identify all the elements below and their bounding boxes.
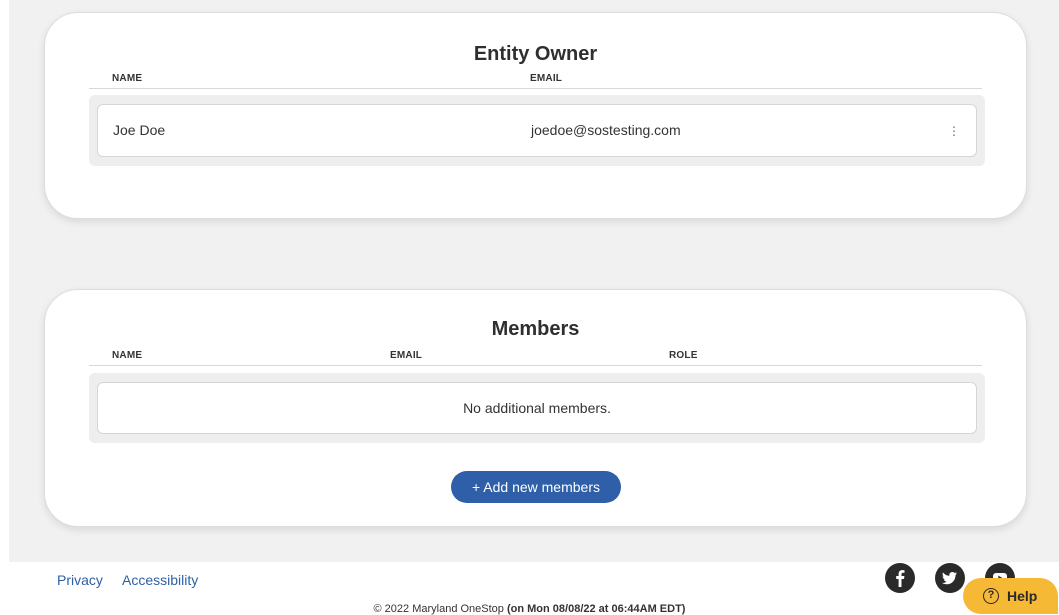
- members-name-header: NAME: [112, 350, 143, 361]
- owner-email-header: EMAIL: [530, 73, 563, 84]
- entity-owner-card: Entity Owner NAME EMAIL Joe Doe joedoe@s…: [44, 12, 1027, 219]
- owner-header-divider: [89, 88, 982, 89]
- members-header-divider: [89, 365, 982, 366]
- owner-name-cell: Joe Doe: [113, 122, 166, 138]
- help-label: Help: [1007, 588, 1038, 604]
- no-members-text: No additional members.: [463, 400, 611, 416]
- question-circle-icon: ?: [983, 588, 999, 604]
- members-title: Members: [491, 318, 580, 340]
- owner-email-cell: joedoe@sostesting.com: [531, 122, 681, 138]
- members-row-container: No additional members.: [89, 373, 985, 443]
- entity-owner-title: Entity Owner: [473, 43, 598, 65]
- members-empty-row: No additional members.: [97, 382, 977, 434]
- twitter-icon[interactable]: [935, 563, 965, 593]
- owner-table-row[interactable]: Joe Doe joedoe@sostesting.com ⋮: [97, 104, 977, 157]
- members-card: Members NAME EMAIL ROLE No additional me…: [44, 289, 1027, 527]
- add-new-members-button[interactable]: + Add new members: [451, 471, 621, 503]
- copyright-prefix: © 2022 Maryland OneStop: [373, 603, 504, 615]
- owner-row-container: Joe Doe joedoe@sostesting.com ⋮: [89, 95, 985, 166]
- kebab-menu-icon[interactable]: ⋮: [948, 122, 960, 140]
- members-role-header: ROLE: [669, 350, 698, 361]
- copyright-text: © 2022 Maryland OneStop (on Mon 08/08/22…: [0, 603, 1059, 615]
- help-button[interactable]: ? Help: [963, 578, 1058, 614]
- facebook-icon[interactable]: [885, 563, 915, 593]
- members-email-header: EMAIL: [390, 350, 423, 361]
- accessibility-link[interactable]: Accessibility: [122, 572, 198, 588]
- owner-name-header: NAME: [112, 73, 143, 84]
- privacy-link[interactable]: Privacy: [57, 572, 103, 588]
- copyright-timestamp: (on Mon 08/08/22 at 06:44AM EDT): [506, 603, 686, 615]
